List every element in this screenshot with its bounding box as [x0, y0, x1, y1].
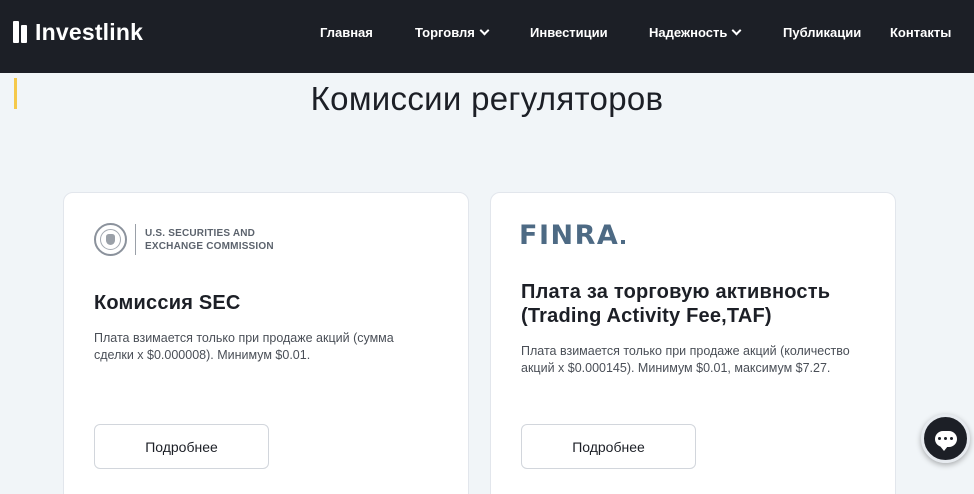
nav-item-label: Контакты	[890, 24, 952, 40]
card-description: Плата взимается только при продаже акций…	[521, 344, 850, 375]
sec-seal-icon	[94, 223, 127, 256]
nav-item-label: Главная	[320, 24, 373, 40]
nav-item-contacts[interactable]: Контакты	[890, 24, 951, 40]
nav-item-reliability[interactable]: Надежность	[649, 24, 742, 40]
page-title: Комиссии регуляторов	[310, 80, 664, 117]
finra-logo-text: FINRA	[519, 220, 620, 251]
nav-item-label: Публикации	[783, 24, 862, 40]
sec-logo-line2: EXCHANGE COMMISSION	[145, 240, 274, 252]
card-title: Комиссия SEC	[94, 292, 241, 314]
sec-fee-card: U.S. SECURITIES AND EXCHANGE COMMISSION …	[63, 192, 469, 494]
sec-logo-line1: U.S. SECURITIES AND	[145, 227, 256, 239]
card-description: Плата взимается только при продаже акций…	[94, 331, 394, 362]
chat-bubble-icon	[934, 430, 957, 451]
chevron-down-icon	[479, 25, 490, 35]
details-button[interactable]: Подробнее	[521, 424, 696, 469]
investlink-logo[interactable]: Investlink	[13, 18, 143, 46]
logo-divider	[135, 224, 136, 255]
finra-logo-dot	[621, 240, 626, 244]
sec-logo: U.S. SECURITIES AND EXCHANGE COMMISSION	[94, 223, 274, 256]
investlink-logo-icon	[13, 19, 29, 45]
chat-button[interactable]	[921, 414, 970, 463]
chevron-down-icon	[731, 25, 742, 35]
nav-item-investments[interactable]: Инвестиции	[530, 24, 608, 40]
nav-item-label: Надежность	[649, 24, 728, 40]
nav-item-home[interactable]: Главная	[320, 24, 373, 40]
details-button[interactable]: Подробнее	[94, 424, 269, 469]
finra-fee-card: FINRA Плата за торговую активность (Trad…	[490, 192, 896, 494]
finra-logo: FINRA	[519, 220, 626, 251]
nav-item-trading[interactable]: Торговля	[415, 24, 490, 40]
logo-text: Investlink	[35, 18, 144, 45]
top-navigation-bar: Investlink Главная Торговля Инвестиции Н…	[0, 0, 974, 73]
sec-logo-text: U.S. SECURITIES AND EXCHANGE COMMISSION	[145, 227, 274, 253]
nav-item-publications[interactable]: Публикации	[783, 24, 861, 40]
nav-item-label: Инвестиции	[530, 24, 608, 40]
card-title: Плата за торговую активность (Trading Ac…	[521, 281, 831, 327]
nav-item-label: Торговля	[415, 24, 475, 40]
